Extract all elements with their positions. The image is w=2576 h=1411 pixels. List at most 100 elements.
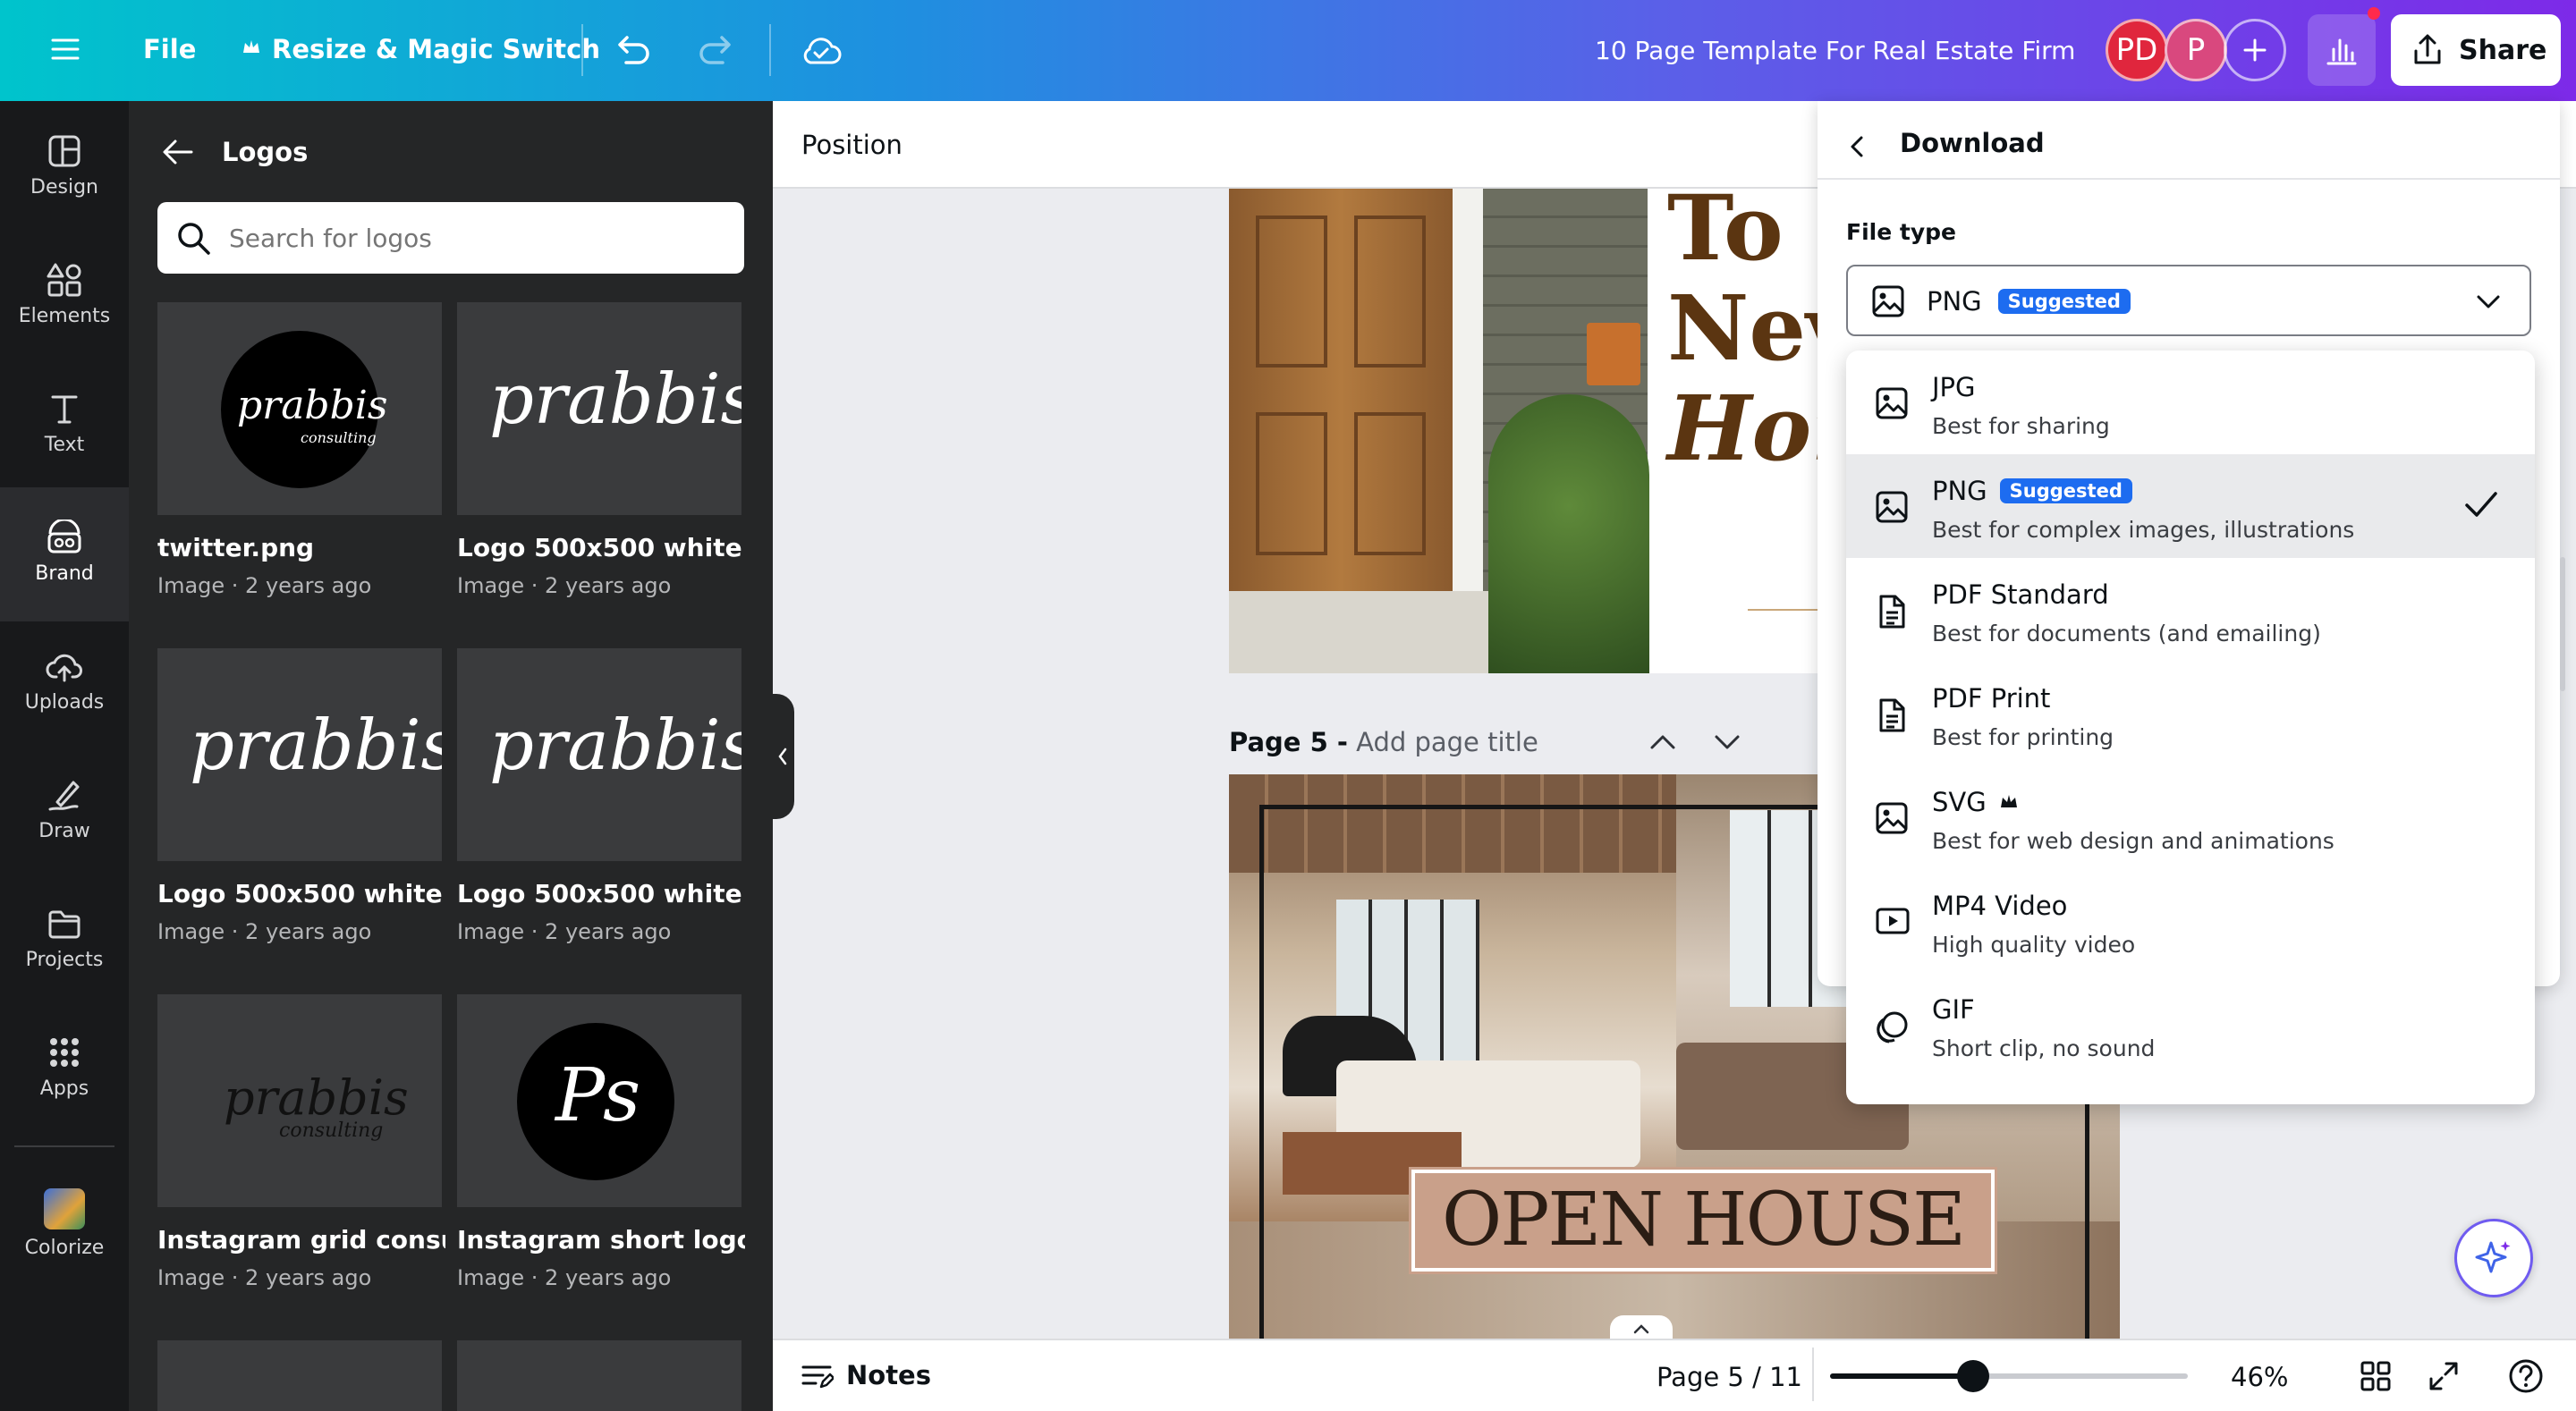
file-type-label: File type [1846, 219, 1956, 245]
rail-item-colorize[interactable]: Colorize [0, 1188, 129, 1259]
zoom-level[interactable]: 46% [2231, 1362, 2288, 1392]
position-button[interactable]: Position [801, 130, 902, 160]
file-type-option-gif[interactable]: GIF Short clip, no sound [1846, 973, 2535, 1077]
magic-assistant-button[interactable] [2454, 1219, 2533, 1297]
logo-item-name[interactable]: Logo 500x500 white l... [457, 533, 745, 562]
folder-icon [48, 910, 80, 939]
resize-magic-switch-button[interactable]: Resize & Magic Switch [272, 34, 600, 64]
rail-item-text[interactable]: Text [0, 391, 129, 456]
crown-icon [1999, 793, 2019, 811]
rail-item-projects[interactable]: Projects [0, 906, 129, 971]
avatar[interactable]: PD [2106, 19, 2168, 81]
menu-icon[interactable] [50, 34, 80, 64]
notes-label: Notes [846, 1360, 931, 1390]
logo-subtext: consulting [301, 429, 377, 446]
logo-item-name[interactable]: twitter.png [157, 533, 445, 562]
logo-item-name[interactable]: Instagram grid consul... [157, 1225, 445, 1255]
image-icon [1871, 284, 1905, 318]
logo-thumbnail[interactable]: prabbis consulting [157, 994, 442, 1207]
option-description: High quality video [1932, 932, 2136, 958]
logo-wordmark: prabbis [190, 706, 442, 786]
toolbar-divider [581, 24, 583, 76]
page-5-header: Page 5 - Add page title [1229, 727, 1538, 757]
logo-thumbnail[interactable]: prabbis [457, 302, 741, 515]
logo-subtext: consulting [279, 1120, 384, 1142]
share-icon [2414, 34, 2441, 64]
divider [1818, 178, 2560, 180]
back-chevron-icon[interactable] [1846, 133, 1869, 160]
logo-thumbnail[interactable]: Ps [457, 994, 741, 1207]
notification-dot [2368, 7, 2380, 20]
zoom-slider[interactable] [1830, 1360, 2188, 1392]
file-type-option-pdf-standard[interactable]: PDF Standard Best for documents (and ema… [1846, 558, 2535, 662]
scrollbar[interactable] [2560, 557, 2565, 691]
cloud-saved-icon[interactable] [800, 32, 843, 68]
option-description: Best for sharing [1932, 413, 2110, 439]
document-icon [1875, 594, 1909, 629]
undo-icon[interactable] [614, 32, 653, 68]
zoom-slider-knob[interactable] [1957, 1360, 1989, 1392]
file-type-option-pdf-print[interactable]: PDF Print Best for printing [1846, 662, 2535, 765]
notes-button[interactable]: Notes [800, 1360, 931, 1390]
toolbar-divider [769, 24, 771, 76]
document-title[interactable]: 10 Page Template For Real Estate Firm [1595, 36, 2075, 65]
logo-thumbnail[interactable]: prabbis [457, 648, 741, 861]
file-type-select[interactable]: PNG Suggested [1846, 265, 2531, 336]
apps-grid-icon [50, 1038, 79, 1067]
search-icon [175, 220, 213, 258]
file-type-option-jpg[interactable]: JPG Best for sharing [1846, 351, 2535, 454]
file-type-option-png[interactable]: PNG Suggested Best for complex images, i… [1846, 454, 2535, 558]
search-input[interactable] [229, 220, 712, 256]
logo-item-name[interactable]: Logo 500x500 white ... [457, 879, 745, 908]
page-indicator[interactable]: Page 5 / 11 [1657, 1362, 1802, 1392]
logo-search-box[interactable] [157, 202, 744, 274]
file-type-option-mp4[interactable]: MP4 Video High quality video [1846, 869, 2535, 973]
bar-chart-icon [2326, 38, 2357, 65]
page-title-input[interactable]: Add page title [1356, 727, 1538, 757]
fullscreen-icon[interactable] [2428, 1360, 2460, 1392]
share-button[interactable]: Share [2391, 14, 2561, 86]
redo-icon[interactable] [696, 32, 735, 68]
chevron-up-icon[interactable] [1648, 729, 1678, 756]
draw-icon [48, 781, 80, 811]
file-type-option-svg[interactable]: SVG Best for web design and animations [1846, 765, 2535, 869]
back-arrow-icon[interactable] [161, 137, 195, 167]
option-description: Best for web design and animations [1932, 828, 2334, 854]
logo-item-meta: Image · 2 years ago [157, 573, 372, 598]
rail-item-design[interactable]: Design [0, 133, 129, 199]
option-description: Best for complex images, illustrations [1932, 517, 2355, 543]
crown-icon [242, 38, 261, 57]
chevron-left-icon [778, 748, 787, 765]
rail-item-apps[interactable]: Apps [0, 1035, 129, 1100]
logo-thumbnail[interactable] [457, 1340, 741, 1411]
grid-view-icon[interactable] [2360, 1360, 2392, 1392]
door-photo [1229, 189, 1649, 673]
collapse-panel-handle[interactable] [773, 694, 794, 819]
logo-thumbnail[interactable] [157, 1340, 442, 1411]
logo-thumbnail[interactable]: prabbis [157, 648, 442, 861]
image-icon [1875, 801, 1909, 835]
rail-item-uploads[interactable]: Uploads [0, 648, 129, 714]
rail-item-brand[interactable]: Brand [0, 487, 129, 621]
logos-panel: Logos prabbis consulting twitter.png Ima… [129, 101, 773, 1411]
open-house-text: OPEN HOUSE [1442, 1178, 1966, 1263]
suggested-badge: Suggested [1999, 478, 2132, 503]
rail-item-elements[interactable]: Elements [0, 262, 129, 327]
logo-thumbnail[interactable]: prabbis consulting [157, 302, 442, 515]
avatar[interactable]: P [2165, 19, 2227, 81]
add-collaborator-button[interactable] [2224, 19, 2286, 81]
sparkle-icon [2475, 1241, 2511, 1273]
logo-item-meta: Image · 2 years ago [157, 1265, 372, 1290]
divider [1812, 1348, 1814, 1401]
bottom-toolbar: Notes Page 5 / 11 46% [773, 1339, 2576, 1411]
text-icon [51, 395, 78, 424]
option-name: JPG [1932, 372, 1976, 402]
rail-item-draw[interactable]: Draw [0, 777, 129, 842]
logo-item-name[interactable]: Instagram short logo... [457, 1225, 745, 1255]
logo-item-name[interactable]: Logo 500x500 white ... [157, 879, 445, 908]
insights-button[interactable] [2308, 14, 2376, 86]
chevron-down-icon[interactable] [1712, 729, 1742, 756]
logo-wordmark: prabbis [489, 359, 741, 440]
file-menu[interactable]: File [143, 34, 196, 64]
help-icon[interactable] [2508, 1358, 2544, 1394]
